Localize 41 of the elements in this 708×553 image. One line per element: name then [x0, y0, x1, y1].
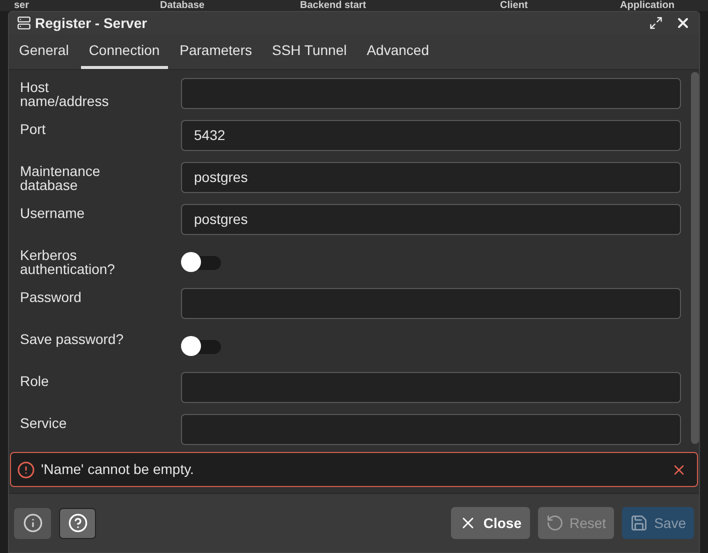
field-label: Host name/address — [20, 78, 110, 108]
field-label: Username — [20, 204, 86, 220]
input-field[interactable] — [181, 288, 681, 319]
field-label: Kerberos authentication? — [20, 246, 116, 276]
input-field[interactable] — [181, 78, 681, 109]
info-button[interactable] — [14, 508, 51, 538]
column-header: Backend start — [300, 0, 366, 11]
maximize-icon[interactable] — [649, 16, 663, 30]
help-icon — [68, 513, 88, 533]
toggle-switch[interactable] — [181, 250, 223, 272]
field-label: Role — [20, 372, 50, 388]
field-label: Password — [20, 288, 82, 304]
undo-icon — [546, 514, 564, 532]
input-field[interactable]: 5432 — [181, 120, 681, 151]
error-message: 'Name' cannot be empty. — [41, 460, 194, 479]
column-header: Client — [500, 0, 528, 11]
field-label: Save password? — [20, 330, 125, 346]
close-icon[interactable] — [675, 15, 691, 31]
close-button[interactable]: Close — [451, 507, 530, 539]
tab[interactable]: SSH Tunnel — [264, 35, 355, 69]
input-field[interactable]: postgres — [181, 162, 681, 193]
toggle-switch[interactable] — [181, 334, 223, 356]
input-field[interactable] — [181, 414, 681, 445]
column-header: Application — [620, 0, 674, 11]
field-label: Port — [20, 120, 47, 136]
tab[interactable]: General — [11, 35, 77, 69]
tab[interactable]: Advanced — [358, 35, 437, 69]
field-label: Service — [20, 414, 68, 430]
help-button[interactable] — [59, 508, 96, 538]
server-stack-icon — [17, 16, 31, 30]
tab[interactable]: Parameters — [172, 35, 260, 69]
field-label: Maintenance database — [20, 162, 102, 192]
info-icon — [22, 513, 42, 533]
input-field[interactable] — [181, 372, 681, 403]
scrollbar[interactable] — [691, 72, 699, 444]
tab[interactable]: Connection — [80, 35, 168, 69]
window-title: Register - Server — [35, 14, 148, 33]
column-header: ser — [14, 0, 30, 11]
error-icon — [17, 460, 35, 478]
input-field[interactable]: postgres — [181, 204, 681, 235]
column-header: Database — [160, 0, 204, 11]
